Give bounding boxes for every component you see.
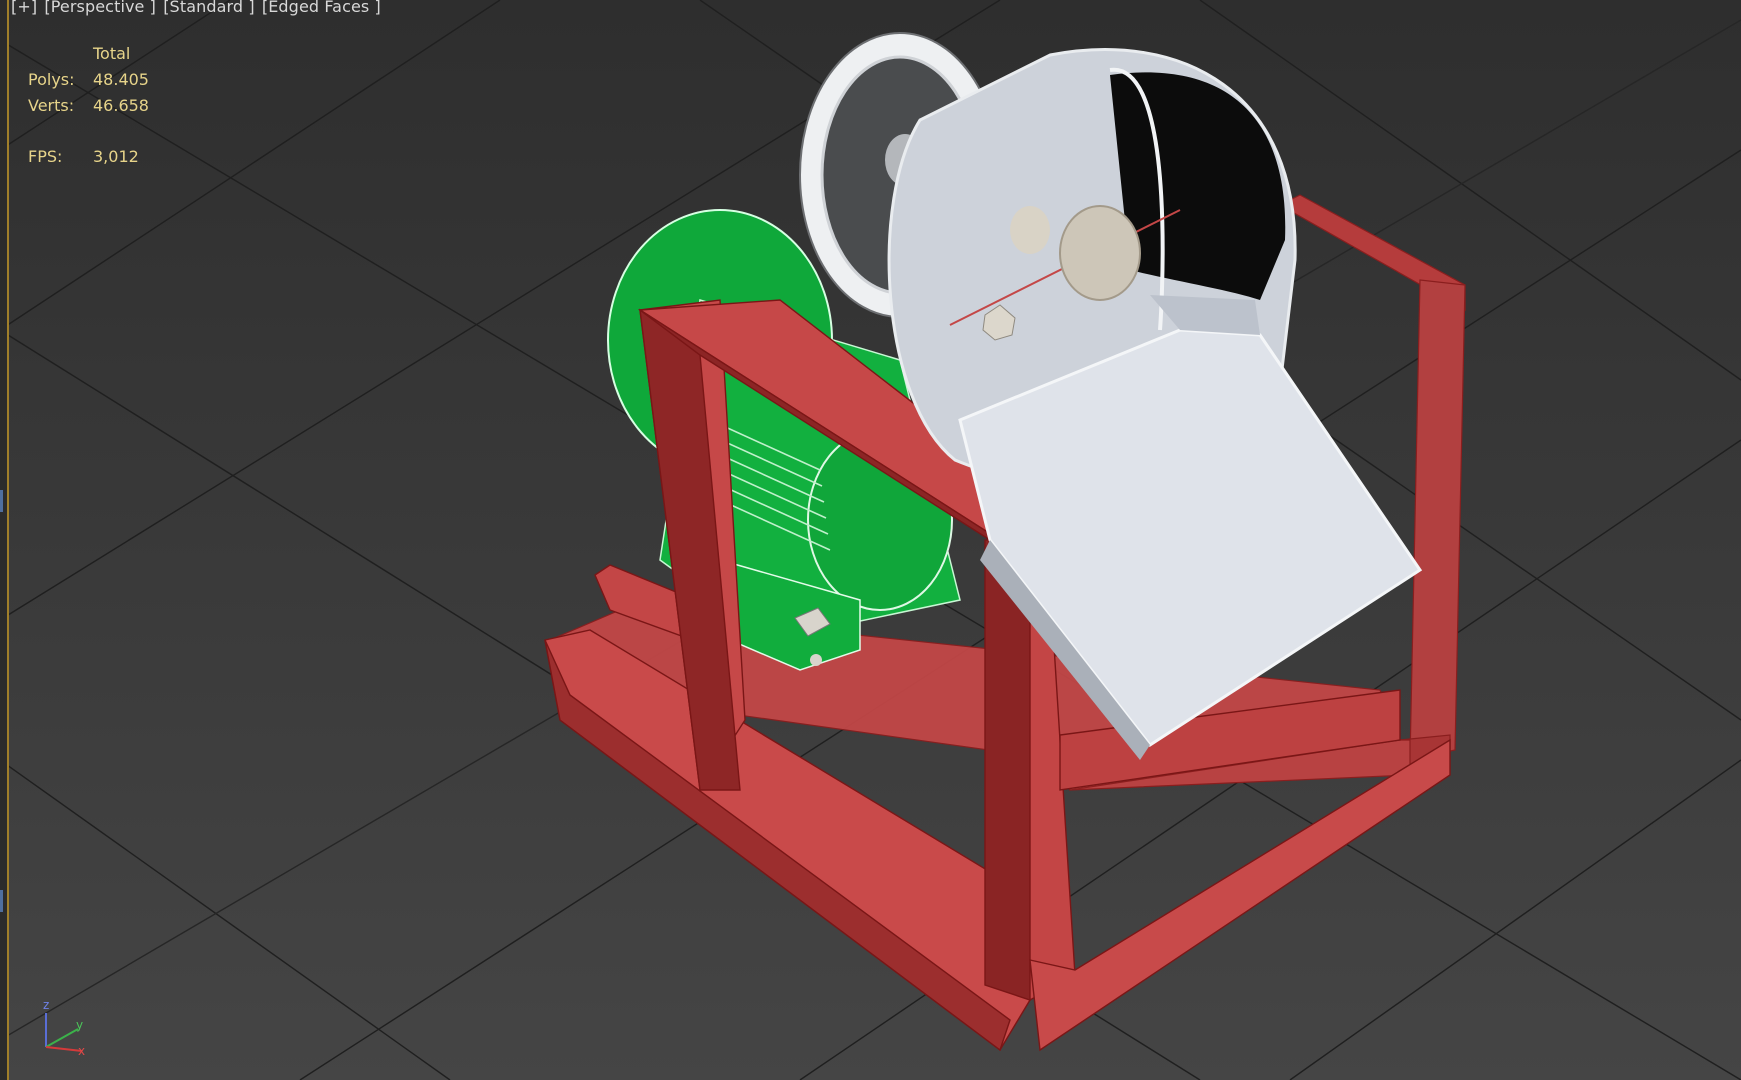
stats-fps-value: 3,012: [93, 147, 139, 166]
stats-polys-value: 48.405: [93, 70, 149, 89]
viewport-active-border: [0, 0, 9, 1080]
axis-z-label: z: [43, 998, 49, 1012]
viewport-general-menu[interactable]: [+]: [11, 0, 37, 16]
viewport-scene[interactable]: [0, 0, 1741, 1080]
stats-verts-value: 46.658: [93, 96, 149, 115]
viewport-visual-style-menu[interactable]: [Edged Faces ]: [262, 0, 381, 16]
axis-x-label: x: [78, 1044, 85, 1058]
xyz-axis-tripod-icon: z y x: [43, 998, 85, 1058]
stats-column-header: Total: [93, 44, 131, 63]
viewport-point-of-view-menu[interactable]: [Perspective ]: [44, 0, 156, 16]
stats-fps-label: FPS:: [28, 147, 63, 166]
border-marker: [0, 490, 3, 512]
axis-y-label: y: [76, 1018, 83, 1032]
stats-polys-label: Polys:: [28, 70, 75, 89]
perspective-viewport[interactable]: [+] [Perspective ] [Standard ] [Edged Fa…: [0, 0, 1741, 1080]
viewport-shading-preset-menu[interactable]: [Standard ]: [163, 0, 254, 16]
viewport-label-menu[interactable]: [+] [Perspective ] [Standard ] [Edged Fa…: [11, 0, 383, 16]
border-marker: [0, 890, 3, 912]
stats-verts-label: Verts:: [28, 96, 75, 115]
